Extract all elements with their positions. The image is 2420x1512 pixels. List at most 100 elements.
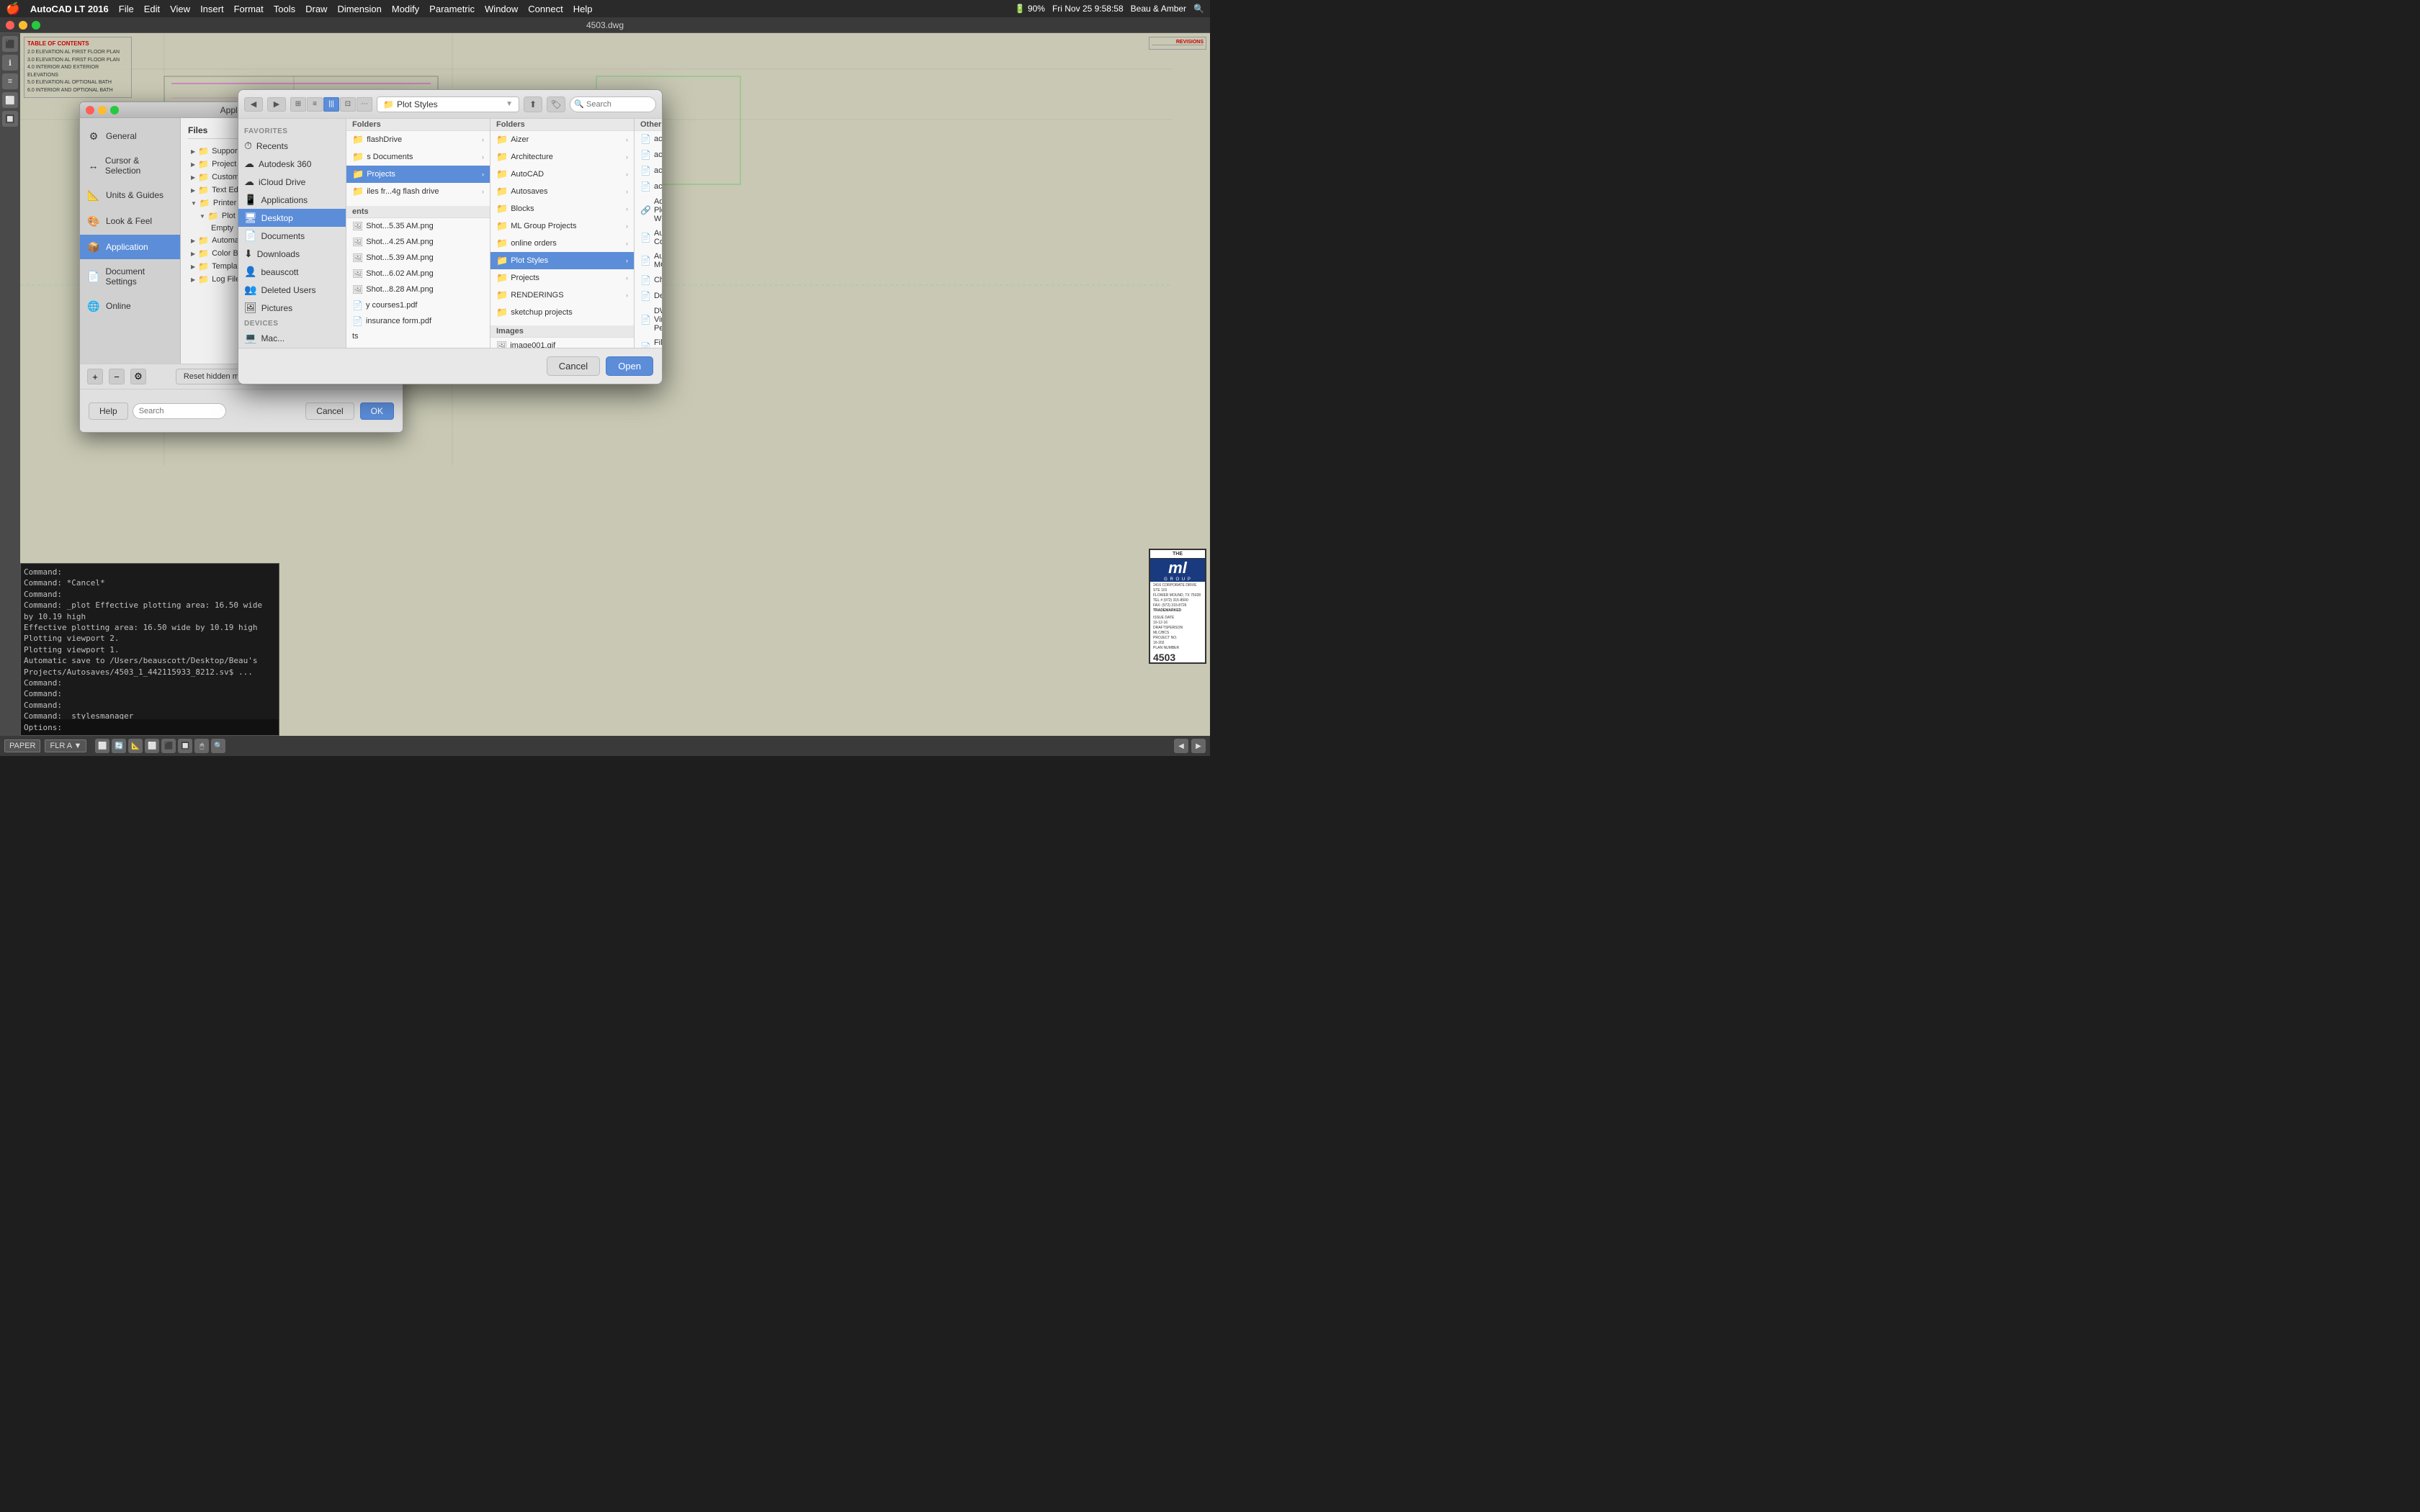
sidebar-icon-4[interactable]: ⬜ xyxy=(2,92,18,108)
remove-button[interactable]: − xyxy=(109,369,125,384)
col2-projects[interactable]: 📁 Projects › xyxy=(490,269,634,287)
sidebar-device-1[interactable]: 💻 Mac... xyxy=(238,329,346,347)
col1-courses[interactable]: 📄 y courses1.pdf xyxy=(346,297,490,313)
tag-button[interactable]: 🏷 xyxy=(547,96,565,112)
tb-icon-6[interactable]: 🔲 xyxy=(178,739,192,753)
sidebar-beauscott[interactable]: 👤 beauscott xyxy=(238,263,346,281)
sidebar-item-document[interactable]: 📄 Document Settings xyxy=(80,261,180,292)
col2-sketchup[interactable]: 📁 sketchup projects xyxy=(490,304,634,321)
menu-file[interactable]: File xyxy=(119,4,134,14)
menu-draw[interactable]: Draw xyxy=(305,4,327,14)
sidebar-icon-5[interactable]: 🔲 xyxy=(2,111,18,127)
cancel-button[interactable]: Cancel xyxy=(547,356,600,376)
apple-menu[interactable]: 🍎 xyxy=(6,1,20,16)
column-view-button[interactable]: ||| xyxy=(323,97,339,112)
col3-chesmar[interactable]: 📄 Chesmar.ctb xyxy=(635,272,662,288)
back-button[interactable]: ◀ xyxy=(244,97,263,112)
sidebar-applications[interactable]: 📱 Applications xyxy=(238,191,346,209)
coverflow-view-button[interactable]: ⋯ xyxy=(357,97,372,112)
flr-button[interactable]: FLR A ▼ xyxy=(45,739,86,752)
menu-connect[interactable]: Connect xyxy=(528,4,563,14)
col1-insurance[interactable]: 📄 insurance form.pdf xyxy=(346,313,490,329)
minimize-button[interactable] xyxy=(19,21,27,30)
col1-ts[interactable]: ts xyxy=(346,329,490,343)
col2-autocad[interactable]: 📁 AutoCAD › xyxy=(490,166,634,183)
col2-plot-styles[interactable]: 📁 Plot Styles › xyxy=(490,252,634,269)
col1-documents[interactable]: 📁 s Documents › xyxy=(346,148,490,166)
sidebar-item-cursor[interactable]: ↔ Cursor & Selection xyxy=(80,150,180,181)
col3-dwf-virtual[interactable]: 📄 DWF Virtual Pens.ctb xyxy=(635,304,662,336)
col1-flashdrive[interactable]: 📁 flashDrive › xyxy=(346,131,490,148)
tb-icon-2[interactable]: 🔄 xyxy=(112,739,126,753)
sidebar-item-general[interactable]: ⚙ General xyxy=(80,124,180,148)
menu-format[interactable]: Format xyxy=(234,4,264,14)
tb-icon-8[interactable]: 🔍 xyxy=(211,739,225,753)
icon-view-button[interactable]: ⊞ xyxy=(290,97,306,112)
paper-button[interactable]: PAPER xyxy=(4,739,40,752)
col3-acadlt-stb[interactable]: 📄 acadlt.stb xyxy=(635,179,662,194)
col3-fill-patterns[interactable]: 📄 Fill Patterns.ctb xyxy=(635,336,662,348)
menu-edit[interactable]: Edit xyxy=(144,4,160,14)
sidebar-downloads[interactable]: ⬇ Downloads xyxy=(238,245,346,263)
dialog-minimize[interactable] xyxy=(98,106,107,114)
col2-online-orders[interactable]: 📁 online orders › xyxy=(490,235,634,252)
tb-right-icon-2[interactable]: ▶ xyxy=(1191,739,1206,753)
tb-icon-1[interactable]: ⬜ xyxy=(95,739,109,753)
col3-acad-stb[interactable]: 📄 acad.stb xyxy=(635,147,662,163)
menu-insert[interactable]: Insert xyxy=(200,4,224,14)
menu-modify[interactable]: Modify xyxy=(392,4,419,14)
col2-aizer[interactable]: 📁 Aizer › xyxy=(490,131,634,148)
col1-files-flash[interactable]: 📁 iles fr...4g flash drive › xyxy=(346,183,490,200)
col3-acad-ctb[interactable]: 📄 acad.ctb xyxy=(635,131,662,147)
col2-image1[interactable]: 🖼 image001.gif xyxy=(490,338,634,348)
sidebar-desktop[interactable]: 🖥 Desktop xyxy=(238,209,346,227)
col2-architecture[interactable]: 📁 Architecture › xyxy=(490,148,634,166)
settings-button[interactable]: ⚙ xyxy=(130,369,146,384)
sidebar-autodesk360[interactable]: ☁ Autodesk 360 xyxy=(238,155,346,173)
col1-shot4[interactable]: 🖼 Shot...6.02 AM.png xyxy=(346,266,490,282)
close-button[interactable] xyxy=(6,21,14,30)
ok-button[interactable]: OK xyxy=(360,402,394,420)
sidebar-icon-1[interactable]: ⬛ xyxy=(2,36,18,52)
col1-shot3[interactable]: 🖼 Shot...5.39 AM.png xyxy=(346,250,490,266)
add-button[interactable]: + xyxy=(87,369,103,384)
open-button[interactable]: Open xyxy=(606,356,653,376)
maximize-button[interactable] xyxy=(32,21,40,30)
menu-help[interactable]: Help xyxy=(573,4,593,14)
sidebar-recents[interactable]: ⏱ Recents xyxy=(238,137,346,155)
tb-icon-5[interactable]: ⬛ xyxy=(161,739,176,753)
col3-autodesk-mono[interactable]: 📄 Autodesk-MONO.stb xyxy=(635,249,662,272)
col1-shot5[interactable]: 🖼 Shot...8.28 AM.png xyxy=(346,282,490,297)
dialog-close[interactable] xyxy=(86,106,94,114)
col3-autodesk-color[interactable]: 📄 Autodesk-Color.stb xyxy=(635,226,662,249)
col1-projects[interactable]: 📁 Projects › xyxy=(346,166,490,183)
col3-add-plot[interactable]: 🔗 Add-A-Plot S...le Wizard.Ink xyxy=(635,194,662,226)
col2-ml-group[interactable]: 📁 ML Group Projects › xyxy=(490,217,634,235)
col2-blocks[interactable]: 📁 Blocks › xyxy=(490,200,634,217)
sidebar-item-look[interactable]: 🎨 Look & Feel xyxy=(80,209,180,233)
command-input[interactable] xyxy=(66,723,276,732)
menu-parametric[interactable]: Parametric xyxy=(429,4,475,14)
tb-right-icon-1[interactable]: ◀ xyxy=(1174,739,1188,753)
col3-designjet[interactable]: 📄 DesignJet430.ctb xyxy=(635,288,662,304)
sidebar-item-units[interactable]: 📐 Units & Guides xyxy=(80,183,180,207)
col2-autosaves[interactable]: 📁 Autosaves › xyxy=(490,183,634,200)
forward-button[interactable]: ▶ xyxy=(267,97,286,112)
sidebar-deleted-users[interactable]: 👥 Deleted Users xyxy=(238,281,346,299)
sidebar-item-application[interactable]: 📦 Application xyxy=(80,235,180,259)
sidebar-icloud[interactable]: ☁ iCloud Drive xyxy=(238,173,346,191)
sidebar-pictures[interactable]: 🖼 Pictures xyxy=(238,299,346,317)
sidebar-icon-2[interactable]: ℹ xyxy=(2,55,18,71)
col1-shot2[interactable]: 🖼 Shot...4.25 AM.png xyxy=(346,234,490,250)
cancel-button[interactable]: Cancel xyxy=(305,402,354,420)
menu-view[interactable]: View xyxy=(170,4,190,14)
tb-icon-3[interactable]: 📐 xyxy=(128,739,143,753)
location-bar[interactable]: 📁 Plot Styles ▼ xyxy=(377,96,519,112)
tb-icon-4[interactable]: ⬜ xyxy=(145,739,159,753)
share-button[interactable]: ⬆ xyxy=(524,96,542,112)
col1-shot1[interactable]: 🖼 Shot...5.35 AM.png xyxy=(346,218,490,234)
help-button[interactable]: Help xyxy=(89,402,128,420)
menu-tools[interactable]: Tools xyxy=(274,4,295,14)
sidebar-documents[interactable]: 📄 Documents xyxy=(238,227,346,245)
search-input[interactable] xyxy=(133,403,226,419)
